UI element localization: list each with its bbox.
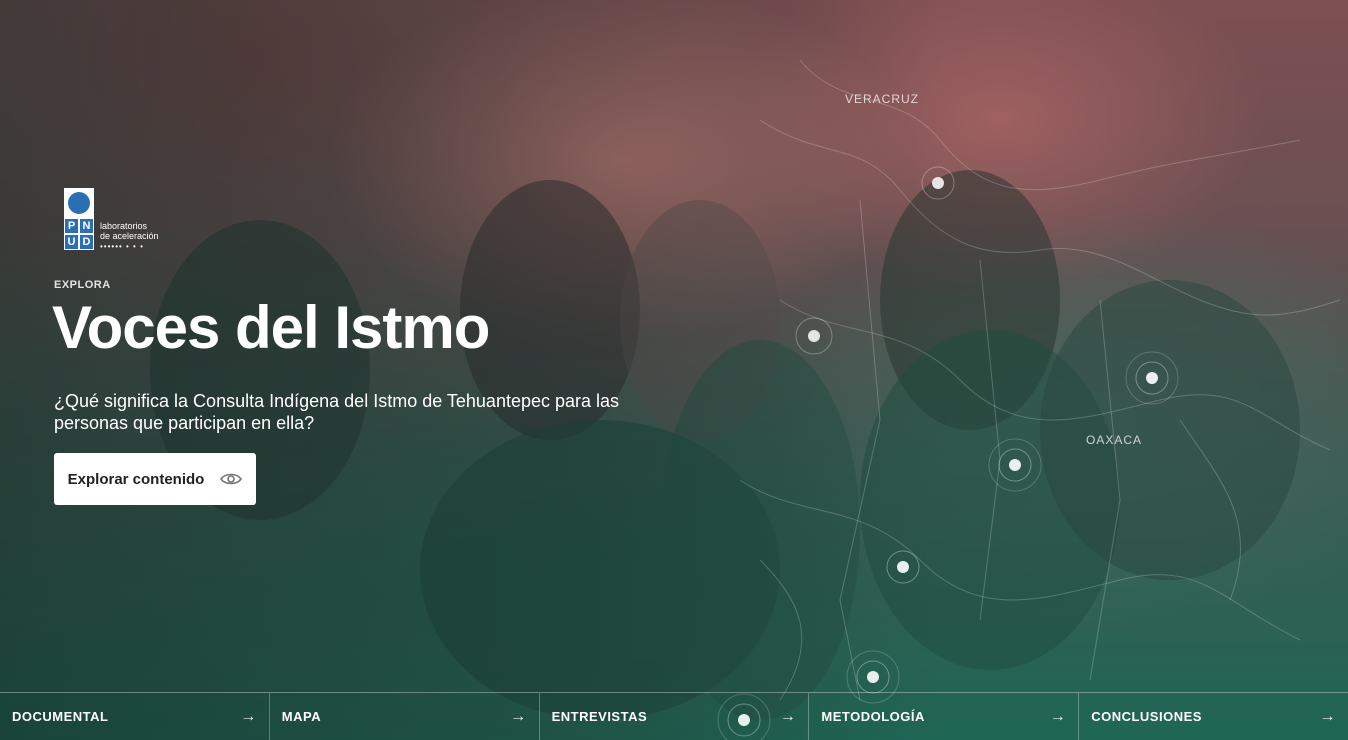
nav-item-metodologia[interactable]: METODOLOGÍA → bbox=[808, 693, 1078, 740]
logo-letter: D bbox=[79, 234, 94, 250]
istmo-map-overlay bbox=[717, 59, 1341, 740]
logo-line-2: de aceleración bbox=[100, 231, 159, 241]
logo-line-1: laboratorios bbox=[100, 221, 148, 231]
explore-content-button[interactable]: Explorar contenido bbox=[54, 453, 256, 505]
hero-subtitle: ¿Qué significa la Consulta Indígena del … bbox=[54, 391, 620, 433]
nav-item-label: DOCUMENTAL bbox=[12, 709, 109, 724]
nav-item-label: CONCLUSIONES bbox=[1091, 709, 1202, 724]
pnud-letter-grid: P N U D bbox=[64, 218, 94, 250]
municipal-border bbox=[839, 199, 881, 701]
nav-item-label: ENTREVISTAS bbox=[551, 709, 648, 724]
map-point bbox=[1009, 459, 1021, 471]
nav-item-label: METODOLOGÍA bbox=[821, 709, 925, 724]
municipal-border bbox=[979, 259, 1001, 621]
logo-dots: •••••• • • • bbox=[100, 242, 144, 251]
nav-item-mapa[interactable]: MAPA → bbox=[268, 693, 539, 740]
pnud-lab-logo[interactable]: P N U D laboratorios de aceleración ••••… bbox=[64, 188, 159, 251]
logo-letter: N bbox=[79, 218, 94, 234]
nav-item-label: MAPA bbox=[281, 709, 322, 724]
map-label-veracruz: VERACRUZ bbox=[845, 92, 920, 106]
arrow-right-icon: → bbox=[1319, 707, 1336, 725]
page-title: Voces del Istmo bbox=[52, 294, 490, 361]
map-point bbox=[932, 177, 944, 189]
map-point bbox=[897, 561, 909, 573]
nav-item-documental[interactable]: DOCUMENTAL → bbox=[0, 693, 269, 740]
state-border bbox=[779, 299, 1331, 451]
lab-wordmark: laboratorios de aceleración •••••• • • • bbox=[100, 188, 159, 251]
logo-letter: U bbox=[64, 234, 79, 250]
state-border bbox=[739, 479, 1301, 641]
logo-letter: P bbox=[64, 218, 79, 234]
nav-item-conclusiones[interactable]: CONCLUSIONES → bbox=[1078, 693, 1348, 740]
municipal-border bbox=[1179, 419, 1241, 601]
arrow-right-icon: → bbox=[240, 707, 257, 725]
state-border bbox=[799, 59, 1301, 191]
arrow-right-icon: → bbox=[1049, 707, 1067, 725]
arrow-right-icon: → bbox=[510, 707, 527, 725]
un-globe-icon bbox=[68, 192, 90, 214]
nav-item-entrevistas[interactable]: ENTREVISTAS → bbox=[538, 693, 809, 740]
eye-icon bbox=[220, 473, 243, 485]
pnud-emblem: P N U D bbox=[64, 188, 94, 250]
map-point bbox=[808, 330, 820, 342]
arrow-right-icon: → bbox=[779, 707, 797, 725]
municipal-border bbox=[759, 559, 803, 701]
explore-content-label: Explorar contenido bbox=[67, 470, 205, 488]
municipal-border bbox=[1089, 299, 1121, 681]
section-nav: DOCUMENTAL → MAPA → ENTREVISTAS → METODO… bbox=[0, 692, 1348, 740]
map-point bbox=[1146, 372, 1158, 384]
map-point bbox=[867, 671, 879, 683]
hero-eyebrow: EXPLORA bbox=[54, 279, 111, 291]
map-label-oaxaca: OAXACA bbox=[1086, 433, 1143, 447]
